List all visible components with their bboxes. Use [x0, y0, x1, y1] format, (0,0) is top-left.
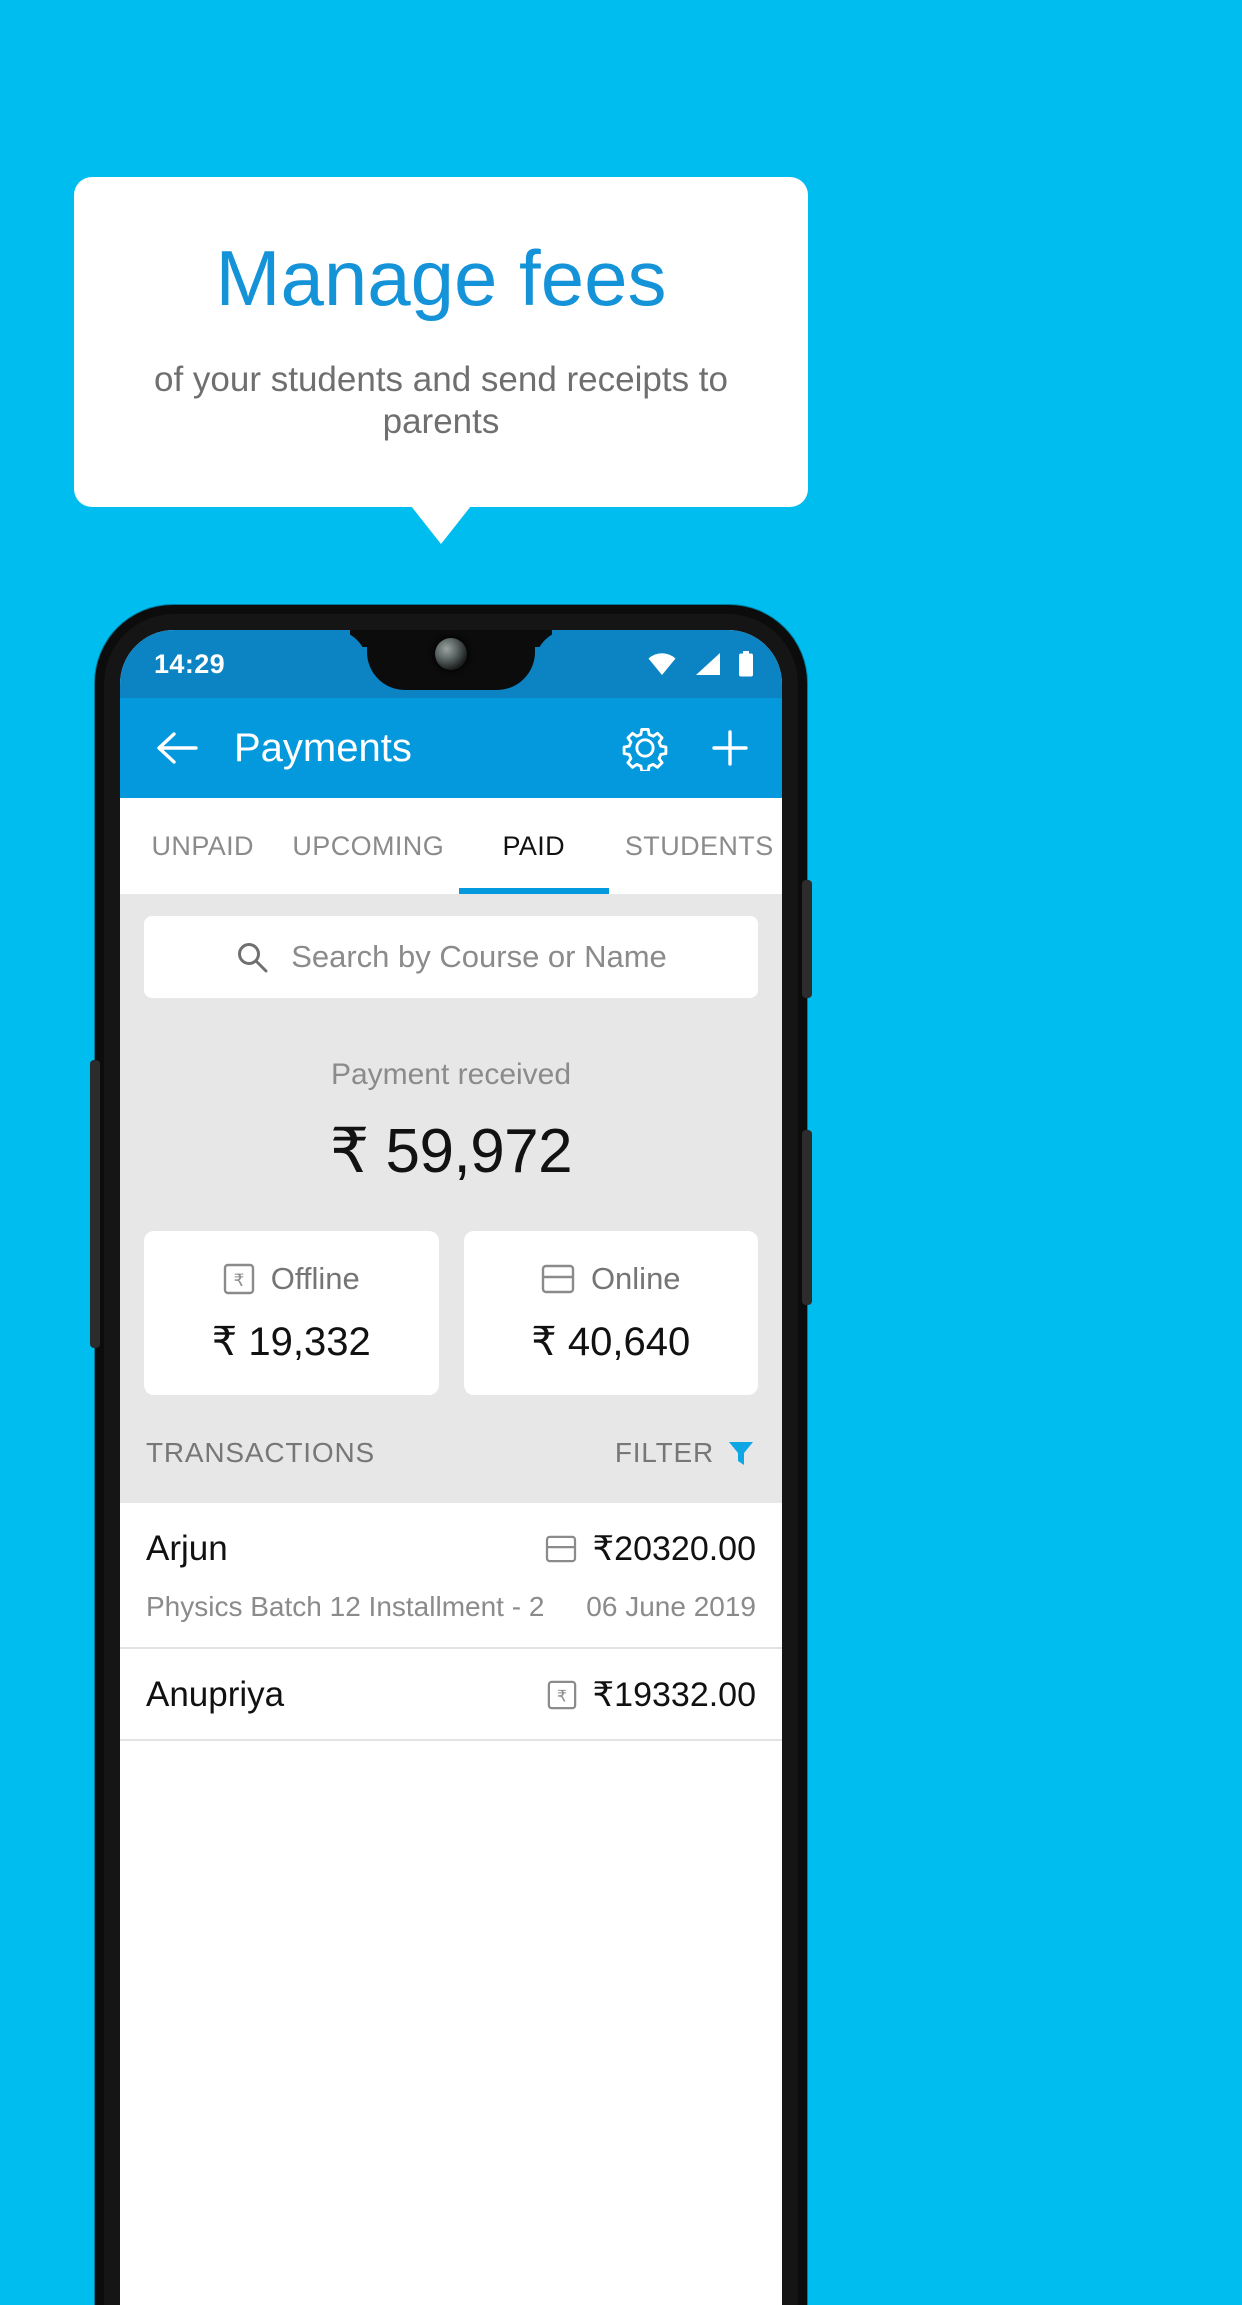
- tab-paid[interactable]: PAID: [451, 798, 617, 894]
- camera-notch: [367, 630, 535, 690]
- transaction-date: 06 June 2019: [586, 1591, 756, 1622]
- volume-rocker-left[interactable]: [90, 1060, 100, 1348]
- screen-content: Search by Course or Name Payment receive…: [120, 894, 782, 1741]
- offline-payment-card[interactable]: ₹ Offline ₹ 19,332: [144, 1231, 439, 1395]
- app-bar-actions: [622, 725, 752, 771]
- status-bar-icons: [647, 651, 754, 677]
- app-bar: Payments: [120, 698, 782, 798]
- payment-received-amount: ₹ 59,972: [329, 1117, 573, 1186]
- transaction-amount: ₹20320.00: [592, 1530, 756, 1568]
- transaction-amount-group: ₹ ₹19332.00: [547, 1675, 756, 1715]
- promo-title: Manage fees: [215, 234, 667, 322]
- table-row[interactable]: Arjun ₹20320.00 Physics Batch 12 Install…: [120, 1503, 782, 1649]
- search-placeholder: Search by Course or Name: [291, 939, 667, 974]
- transaction-amount-group: ₹20320.00: [545, 1529, 756, 1569]
- promo-callout-tail: [411, 506, 471, 544]
- tab-unpaid[interactable]: UNPAID: [120, 798, 286, 894]
- promo-callout: Manage fees of your students and send re…: [74, 177, 808, 544]
- search-icon: [235, 940, 269, 974]
- filter-funnel-icon: [726, 1438, 756, 1468]
- filter-label: FILTER: [614, 1437, 714, 1468]
- front-camera-icon: [435, 638, 467, 670]
- search-area: Search by Course or Name: [120, 894, 782, 998]
- online-card-amount: ₹ 40,640: [531, 1320, 691, 1364]
- rupee-note-icon: ₹: [223, 1262, 255, 1296]
- transaction-student-name: Arjun: [146, 1529, 228, 1568]
- gear-icon[interactable]: [622, 725, 668, 771]
- online-card-label: Online: [590, 1261, 681, 1296]
- wifi-icon: [647, 652, 677, 676]
- transaction-student-name: Anupriya: [146, 1675, 285, 1714]
- back-arrow-icon[interactable]: [154, 728, 198, 768]
- tab-upcoming[interactable]: UPCOMING: [286, 798, 452, 894]
- app-bar-title: Payments: [234, 725, 412, 770]
- rupee-note-icon: ₹: [547, 1679, 577, 1711]
- transaction-secondary-line: Physics Batch 12 Installment - 2 06 June…: [146, 1591, 756, 1623]
- online-card-header: Online: [464, 1261, 759, 1297]
- tab-bar: UNPAID UPCOMING PAID STUDENTS: [120, 798, 782, 894]
- cellular-signal-icon: [694, 652, 721, 676]
- offline-card-amount: ₹ 19,332: [211, 1320, 371, 1364]
- phone-device-frame: 14:29 Payments UNPAID UPCOMING PAID STUD…: [90, 605, 812, 2305]
- transactions-header: TRANSACTIONS FILTER: [120, 1395, 782, 1503]
- search-input[interactable]: Search by Course or Name: [144, 916, 758, 998]
- filter-button[interactable]: FILTER: [615, 1437, 756, 1469]
- online-payment-card[interactable]: Online ₹ 40,640: [463, 1231, 759, 1395]
- svg-text:₹: ₹: [233, 1271, 244, 1290]
- status-bar: 14:29: [120, 630, 782, 698]
- offline-card-header: ₹ Offline: [144, 1261, 439, 1297]
- payment-split-cards: ₹ Offline ₹ 19,332 Online ₹ 40,640: [120, 1191, 782, 1395]
- transactions-list: Arjun ₹20320.00 Physics Batch 12 Install…: [120, 1503, 782, 1741]
- payment-summary: Payment received ₹ 59,972: [120, 998, 782, 1191]
- volume-button-right[interactable]: [802, 1130, 812, 1305]
- phone-screen: 14:29 Payments UNPAID UPCOMING PAID STUD…: [120, 630, 782, 2305]
- svg-text:₹: ₹: [556, 1689, 566, 1706]
- credit-card-icon: [541, 1264, 575, 1294]
- power-button[interactable]: [802, 880, 812, 998]
- transaction-primary-line: Anupriya ₹ ₹19332.00: [146, 1675, 756, 1715]
- transaction-primary-line: Arjun ₹20320.00: [146, 1529, 756, 1569]
- plus-icon[interactable]: [708, 726, 752, 770]
- transactions-label: TRANSACTIONS: [146, 1437, 375, 1468]
- battery-full-icon: [738, 651, 754, 677]
- payment-received-label: Payment received: [330, 1058, 572, 1091]
- transaction-course: Physics Batch 12 Installment - 2: [146, 1591, 545, 1622]
- promo-card: Manage fees of your students and send re…: [74, 177, 808, 507]
- status-bar-clock: 14:29: [154, 648, 226, 679]
- offline-card-label: Offline: [270, 1261, 360, 1296]
- tab-students[interactable]: STUDENTS: [617, 798, 783, 894]
- promo-subtitle: of your students and send receipts to pa…: [154, 360, 728, 441]
- table-row[interactable]: Anupriya ₹ ₹19332.00: [120, 1649, 782, 1741]
- credit-card-icon: [545, 1535, 577, 1563]
- transaction-amount: ₹19332.00: [592, 1676, 756, 1714]
